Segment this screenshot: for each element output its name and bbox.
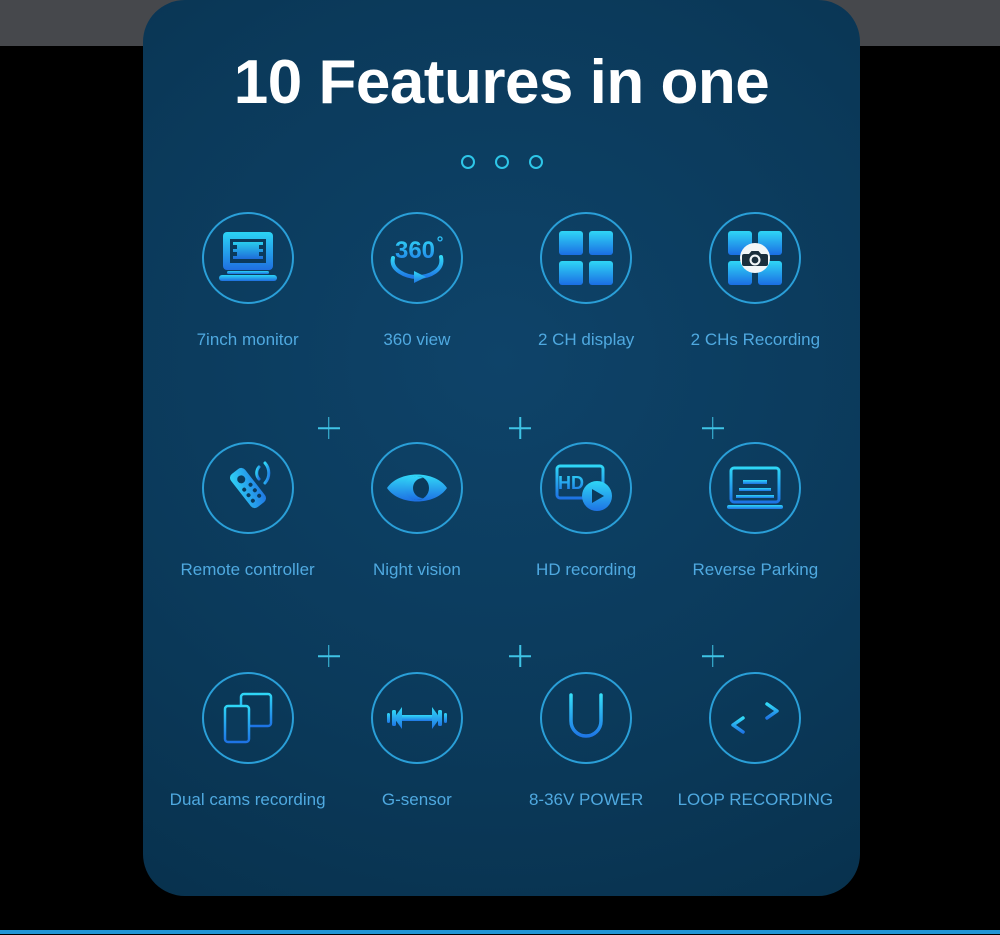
feature-item-remote-controller[interactable]: Remote controller (163, 442, 332, 672)
feature-item-dual-cams-recording[interactable]: Dual cams recording (163, 672, 332, 896)
feature-label: 8-36V POWER (528, 790, 644, 809)
svg-text:360: 360 (395, 237, 435, 264)
feature-item-hd-recording[interactable]: HD HD recording (502, 442, 671, 672)
feature-label: Reverse Parking (692, 560, 819, 579)
dumbbell-icon (386, 703, 448, 733)
pager-dots[interactable] (143, 155, 860, 169)
feature-item-night-vision[interactable]: Night vision (332, 442, 501, 672)
night-eye-icon (385, 466, 449, 510)
feature-item-g-sensor[interactable]: G-sensor (332, 672, 501, 896)
feature-label: Night vision (372, 560, 461, 579)
icon-ring (709, 442, 802, 534)
feature-item-reverse-parking[interactable]: Reverse Parking (671, 442, 840, 672)
icon-ring (709, 672, 802, 764)
icon-ring (370, 442, 463, 534)
icon-ring: HD (540, 442, 633, 534)
icon-ring (201, 672, 294, 764)
icon-ring (540, 212, 633, 304)
icon-ring (370, 672, 463, 764)
feature-grid: 7inch monitor 360 ° 360 view 2 CH displa… (163, 212, 840, 896)
feature-label: 360 view (383, 330, 451, 349)
feature-label: HD recording (536, 560, 637, 579)
icon-ring (201, 212, 294, 304)
feature-label: 7inch monitor (196, 330, 299, 349)
dual-screens-icon (223, 692, 273, 744)
pager-dot-2[interactable] (494, 155, 509, 169)
feature-item-power[interactable]: 8-36V POWER (502, 672, 671, 896)
feature-item-loop-recording[interactable]: LOOP RECORDING (671, 672, 840, 896)
feature-item-2ch-display[interactable]: 2 CH display (502, 212, 671, 442)
feature-card: 10 Features in one 7inch monitor 360 ° 3… (143, 0, 860, 896)
pager-dot-3[interactable] (528, 155, 543, 169)
u-power-icon (563, 693, 609, 743)
reverse-parking-icon (727, 464, 784, 512)
feature-item-360-view[interactable]: 360 ° 360 view (332, 212, 501, 442)
icon-ring (201, 442, 294, 534)
svg-text:°: ° (436, 233, 443, 252)
loop-arrows-icon (727, 699, 783, 737)
feature-label: 2 CHs Recording (690, 330, 821, 349)
monitor-icon (217, 230, 279, 286)
feature-label: Dual cams recording (169, 790, 326, 809)
svg-text:HD: HD (558, 473, 584, 493)
360-view-icon: 360 ° (384, 232, 450, 284)
feature-label: 2 CH display (537, 330, 635, 349)
feature-item-7inch-monitor[interactable]: 7inch monitor (163, 212, 332, 442)
feature-label: Remote controller (180, 560, 315, 579)
icon-ring (709, 212, 802, 304)
remote-control-icon (219, 459, 277, 517)
grid-four-icon (559, 231, 614, 285)
feature-label: LOOP RECORDING (677, 790, 834, 809)
hd-play-icon: HD (555, 462, 617, 514)
page-title: 10 Features in one (233, 48, 770, 117)
feature-item-2chs-recording[interactable]: 2 CHs Recording (671, 212, 840, 442)
icon-ring (540, 672, 633, 764)
icon-ring: 360 ° (370, 212, 463, 304)
bottom-accent-rule (0, 930, 1000, 934)
pager-dot-1[interactable] (460, 155, 475, 169)
feature-label: G-sensor (381, 790, 452, 809)
grid-camera-icon (728, 231, 783, 285)
